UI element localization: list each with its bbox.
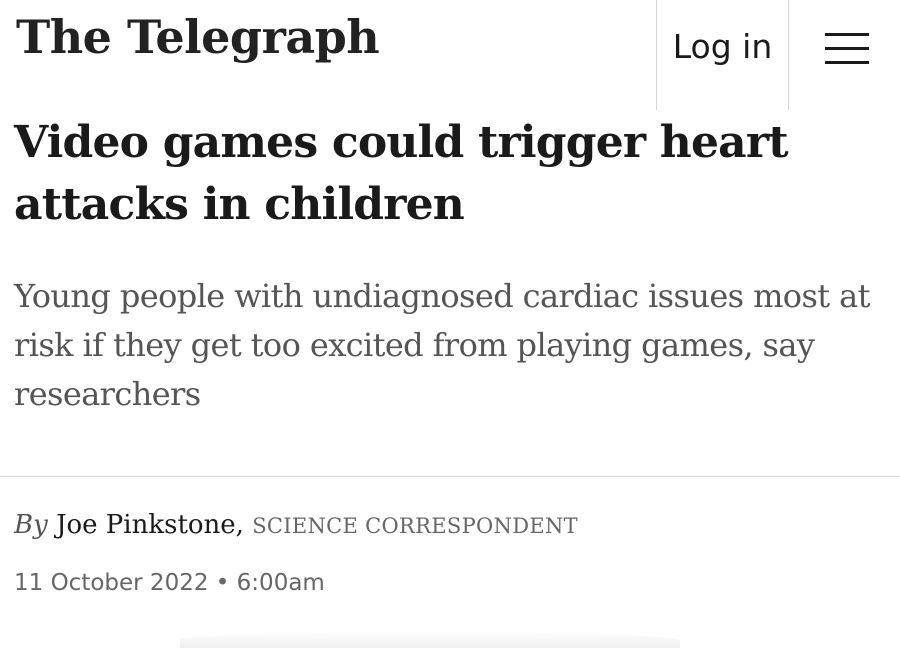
menu-bar [825,47,869,50]
menu-bar [825,61,869,64]
byline: By Joe Pinkstone, SCIENCE CORRESPONDENT [14,510,578,540]
article-headline: Video games could trigger heart attacks … [14,117,789,230]
login-button[interactable]: Log in [657,0,788,92]
author-name[interactable]: Joe Pinkstone, [56,510,244,540]
bottom-fade [180,632,680,648]
article-page: The Telegraph Log in Video games could t… [0,0,900,648]
publish-dateline: 11 October 2022 • 6:00am [14,570,325,596]
menu-button[interactable] [789,0,900,92]
telegraph-logo[interactable]: The Telegraph [16,10,380,64]
menu-bar [825,33,869,36]
site-header: The Telegraph Log in [0,0,900,110]
date-separator: • [215,570,230,596]
publish-date: 11 October 2022 [14,570,209,596]
section-divider [0,476,900,477]
publish-time: 6:00am [236,570,325,596]
byline-prefix: By [14,510,48,540]
author-role: SCIENCE CORRESPONDENT [252,514,578,538]
article-standfirst: Young people with undiagnosed cardiac is… [14,277,870,413]
